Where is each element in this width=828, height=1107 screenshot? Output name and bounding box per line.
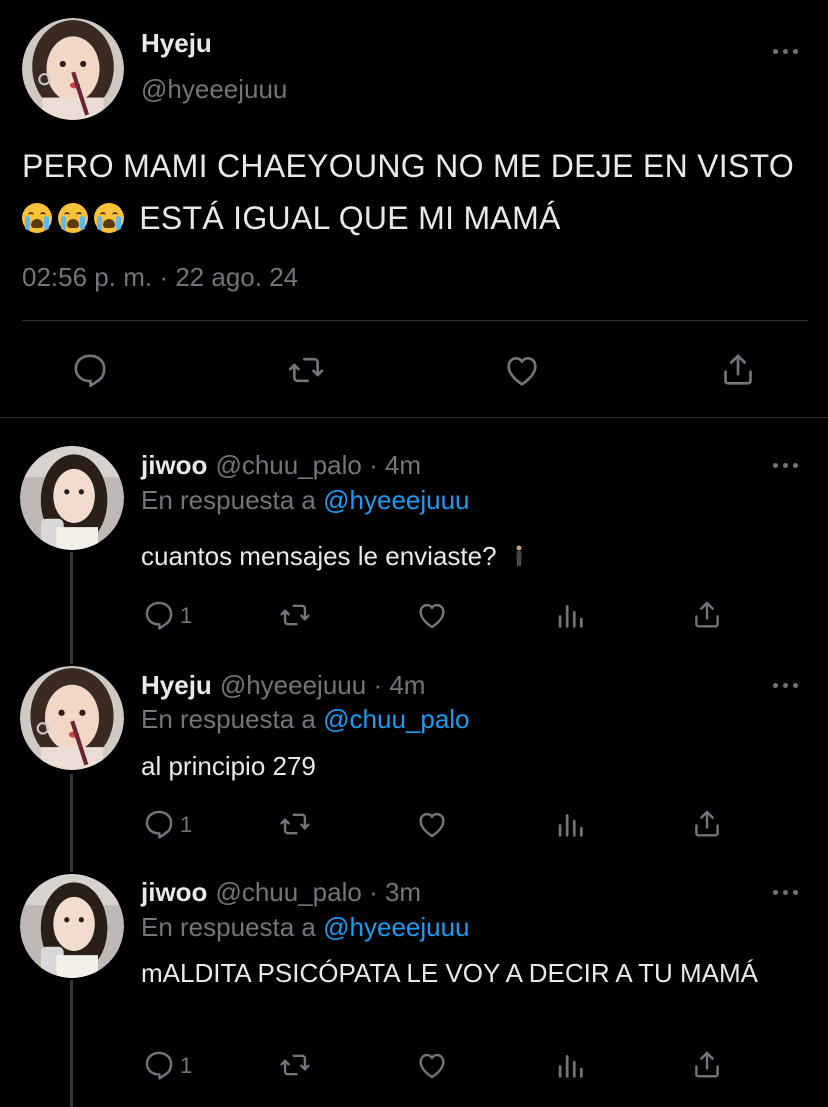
retweet-icon[interactable] [278,598,312,632]
reply-icon[interactable] [142,807,176,841]
reply-separator: · [369,450,378,480]
thread-connector [70,774,73,872]
reply-header: Hyeju @hyeeejuuu · 4m [141,670,425,701]
share-icon[interactable] [718,350,758,390]
reply-time[interactable]: 3m [385,877,421,907]
reply-text-content: cuantos mensajes le enviaste? [141,541,497,571]
more-options-icon[interactable] [772,681,800,689]
analytics-icon[interactable] [553,807,587,841]
reply-author-handle[interactable]: @chuu_palo [215,877,361,907]
reply-text: mALDITA PSICÓPATA LE VOY A DECIR A TU MA… [141,958,758,988]
reply-icon[interactable] [142,598,176,632]
reply-time[interactable]: 4m [389,670,425,700]
avatar-image [20,666,124,770]
reply-time[interactable]: 4m [385,450,421,480]
avatar-hyeju[interactable] [20,666,124,770]
tweet-text-part1: PERO MAMI CHAEYOUNG NO ME DEJE EN VISTO [22,148,795,184]
tweet-thread-page: Hyeju @hyeeejuuu PERO MAMI CHAEYOUNG NO … [0,0,828,1107]
like-icon[interactable] [415,598,449,632]
tweet-text-part2: ESTÁ IGUAL QUE MI MAMÁ [139,200,561,236]
in-reply-to: En respuesta a @hyeeejuuu [141,485,470,516]
in-reply-prefix: En respuesta a [141,912,316,942]
loudly-crying-face-icon [58,203,88,233]
more-options-icon[interactable] [772,47,800,55]
like-icon[interactable] [415,807,449,841]
mention-link[interactable]: @hyeeejuuu [323,485,469,515]
reply-count: 1 [180,812,193,837]
reply-author-name[interactable]: Hyeju [141,670,212,700]
reply-author-name[interactable]: jiwoo [141,450,207,480]
person-standing-icon [514,545,524,567]
reply-header: jiwoo @chuu_palo · 4m [141,450,421,481]
like-icon[interactable] [415,1048,449,1082]
analytics-icon[interactable] [553,1048,587,1082]
reply-separator: · [369,877,378,907]
tweet-text: PERO MAMI CHAEYOUNG NO ME DEJE EN VISTO … [22,140,802,244]
share-icon[interactable] [690,598,724,632]
author-name[interactable]: Hyeju [141,28,212,59]
reply-count: 1 [180,1053,193,1078]
reply-author-handle[interactable]: @chuu_palo [215,450,361,480]
analytics-icon[interactable] [553,598,587,632]
reply-author-handle[interactable]: @hyeeejuuu [220,670,366,700]
tweet-timestamp[interactable]: 02:56 p. m. · 22 ago. 24 [22,262,298,293]
reply-author-name[interactable]: jiwoo [141,877,207,907]
more-options-icon[interactable] [772,888,800,896]
meta-separator: · [159,262,168,292]
tweet-date: 22 ago. 24 [175,262,299,292]
avatar-hyeju[interactable] [22,18,124,120]
avatar-image [22,18,124,120]
retweet-icon[interactable] [286,350,326,390]
in-reply-to: En respuesta a @chuu_palo [141,704,470,735]
reply-icon[interactable] [70,350,110,390]
loudly-crying-face-icon [22,203,52,233]
thread-connector [70,552,73,664]
mention-link[interactable]: @hyeeejuuu [323,912,469,942]
author-handle[interactable]: @hyeeejuuu [141,74,287,105]
reply-separator: · [373,670,383,700]
share-icon[interactable] [690,1048,724,1082]
tweet-time: 02:56 p. m. [22,262,153,292]
avatar-jiwoo[interactable] [20,874,124,978]
thread-connector [70,980,73,1107]
in-reply-prefix: En respuesta a [141,485,316,515]
retweet-icon[interactable] [278,807,312,841]
avatar-jiwoo[interactable] [20,446,124,550]
retweet-icon[interactable] [278,1048,312,1082]
reply-header: jiwoo @chuu_palo · 3m [141,877,421,908]
loudly-crying-face-icon [94,203,124,233]
like-icon[interactable] [502,350,542,390]
divider [0,417,828,418]
reply-count: 1 [180,603,193,628]
reply-icon[interactable] [142,1048,176,1082]
divider [22,320,808,321]
more-options-icon[interactable] [772,461,800,469]
share-icon[interactable] [690,807,724,841]
reply-text: al principio 279 [141,751,316,781]
reply-text: cuantos mensajes le enviaste? [141,538,791,574]
mention-link[interactable]: @chuu_palo [323,704,469,734]
avatar-image [20,446,124,550]
in-reply-prefix: En respuesta a [141,704,316,734]
in-reply-to: En respuesta a @hyeeejuuu [141,912,470,943]
avatar-image [20,874,124,978]
